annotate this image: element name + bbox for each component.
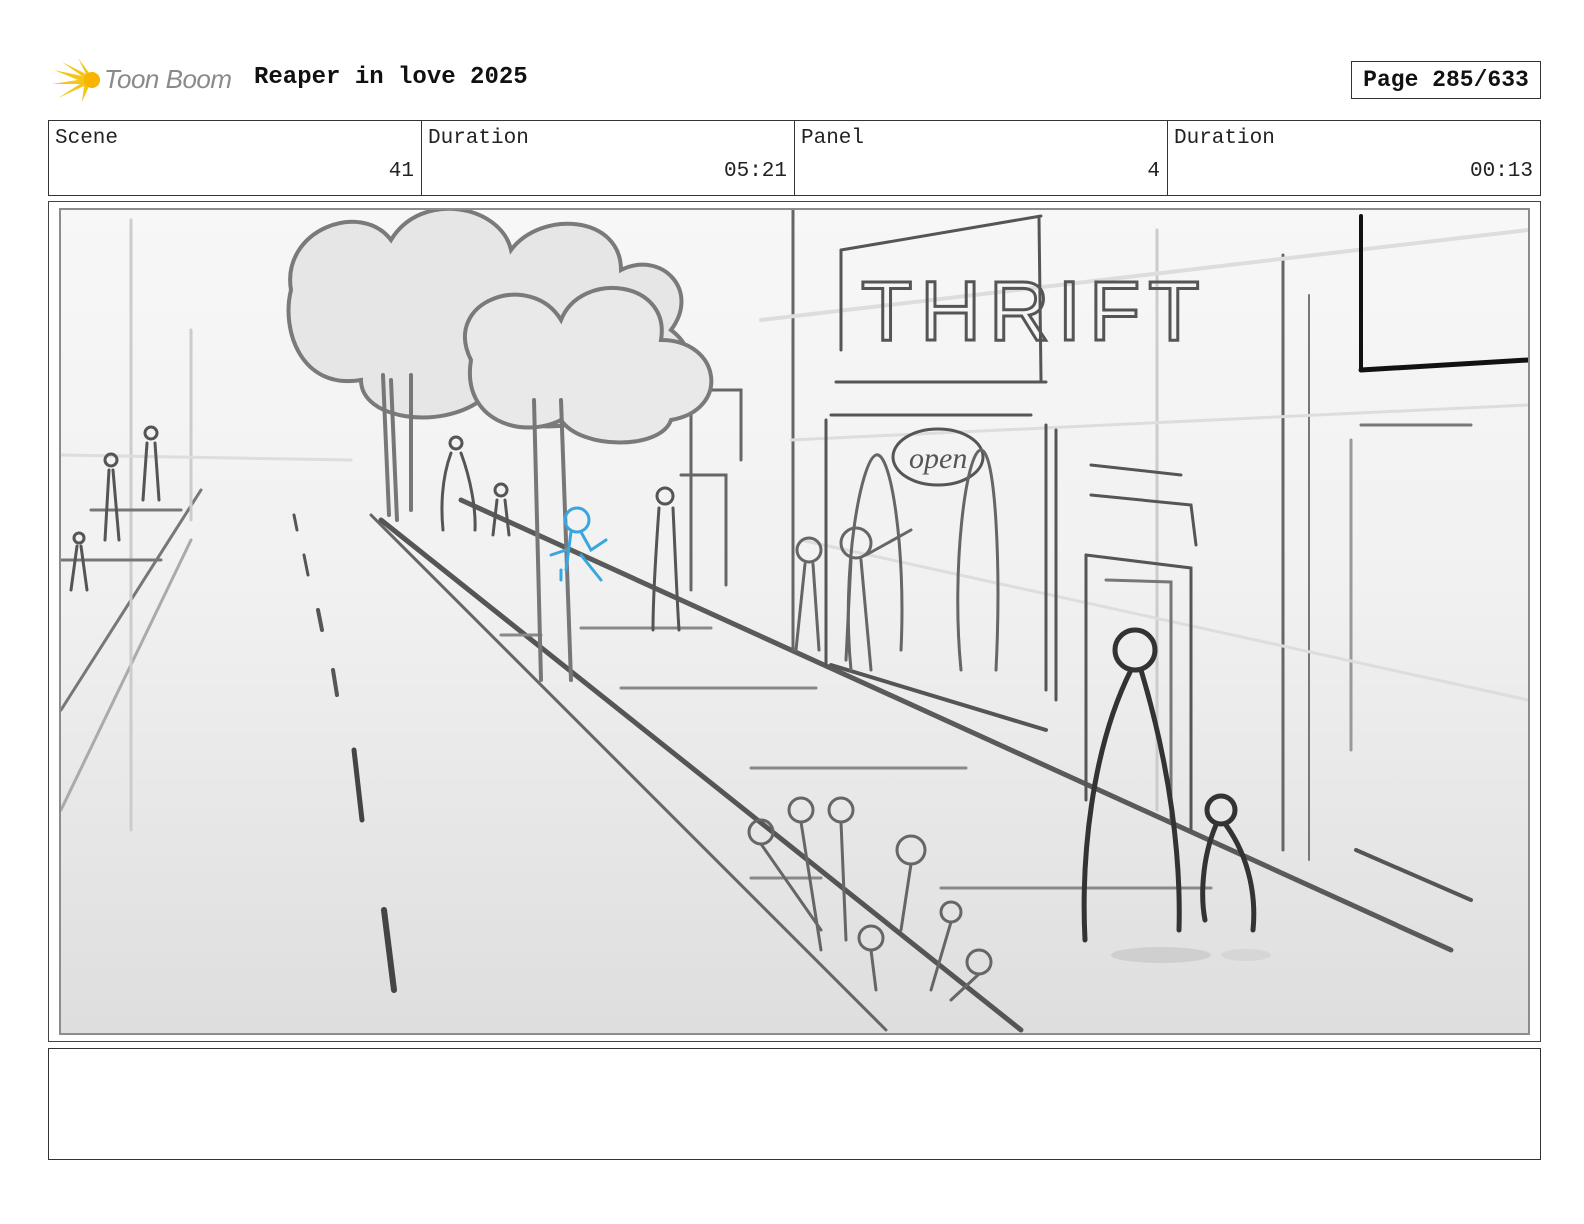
panel-value: 4	[1147, 160, 1160, 183]
panel-label: Panel	[801, 127, 865, 150]
open-sign-text: open	[909, 442, 967, 475]
street-sketch-image: THRIFT open	[61, 210, 1528, 1033]
panel-duration-cell: Duration 00:13	[1168, 121, 1540, 195]
scene-duration-value: 05:21	[723, 160, 787, 183]
storyboard-info-row: Scene 41 Duration 05:21 Panel 4 Duration…	[48, 120, 1541, 196]
panel-cell: Panel 4	[795, 121, 1168, 195]
scene-duration-cell: Duration 05:21	[422, 121, 795, 195]
logo-text: Toon Boom	[104, 64, 232, 94]
thrift-sign-text: THRIFT	[861, 264, 1208, 358]
scene-duration-label: Duration	[428, 127, 529, 150]
page-indicator: Page 285/633	[1351, 61, 1541, 99]
panel-sketch: THRIFT open	[59, 208, 1530, 1035]
panel-duration-label: Duration	[1174, 127, 1275, 150]
scene-value: 41	[388, 160, 414, 183]
panel-frame: THRIFT open	[48, 201, 1541, 1042]
scene-label: Scene	[55, 127, 119, 150]
project-title: Reaper in love 2025	[254, 64, 528, 91]
toon-boom-logo: Toon Boom	[52, 56, 242, 106]
scene-cell: Scene 41	[49, 121, 422, 195]
logo-burst-icon	[52, 58, 100, 102]
panel-notes-box	[48, 1048, 1541, 1160]
panel-duration-value: 00:13	[1469, 160, 1533, 183]
